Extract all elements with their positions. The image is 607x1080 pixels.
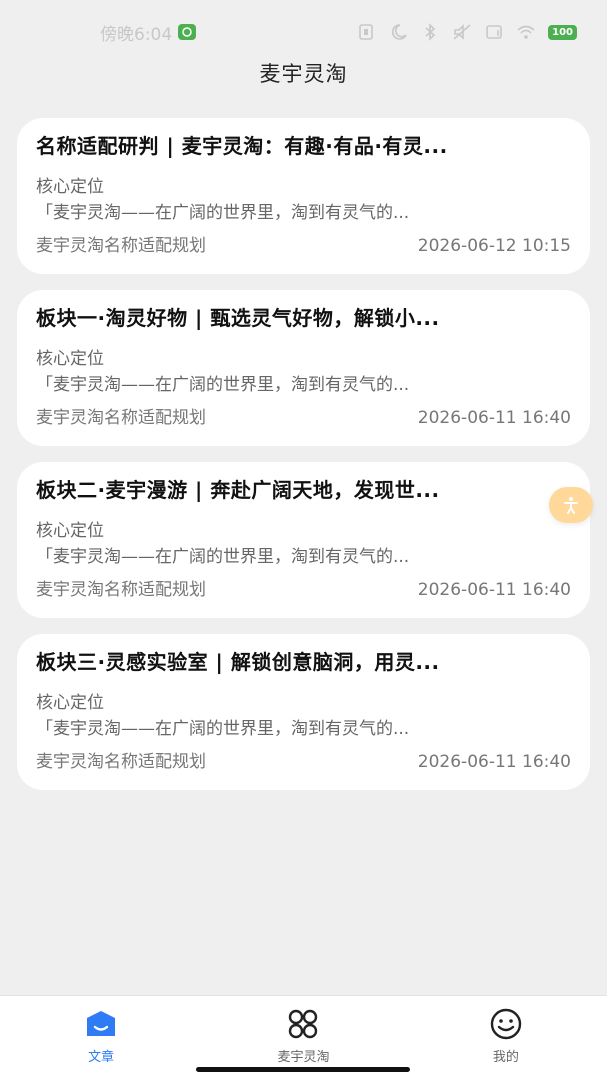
article-category: 麦宇灵淘名称适配规划 [36,236,206,256]
article-title: 板块三·灵感实验室 | 解锁创意脑洞，用灵... [36,650,440,674]
article-card[interactable]: 板块二·麦宇漫游 | 奔赴广阔天地，发现世... 核心定位 「麦宇灵淘——在广阔… [17,462,590,618]
article-category: 麦宇灵淘名称适配规划 [36,408,206,428]
status-left: 傍晚6:04 [100,20,197,45]
smiley-icon [490,1008,522,1040]
article-icon [87,1011,116,1036]
article-excerpt: 「麦宇灵淘——在广阔的世界里，淘到有灵气的... [36,547,410,567]
article-card[interactable]: 板块一·淘灵好物 | 甄选灵气好物，解锁小... 核心定位 「麦宇灵淘——在广阔… [17,290,590,446]
article-date: 2026-06-11 16:40 [417,752,571,772]
accessibility-button[interactable] [549,487,593,523]
article-excerpt: 「麦宇灵淘——在广阔的世界里，淘到有灵气的... [36,375,410,395]
grid-icon [289,1009,318,1039]
article-card[interactable]: 名称适配研判 | 麦宇灵淘：有趣·有品·有灵... 核心定位 「麦宇灵淘——在广… [17,118,590,274]
bluetooth-icon [425,23,436,41]
tab-label: 麦宇灵淘 [277,1050,330,1065]
article-section: 核心定位 [36,693,104,713]
wechat-notification-icon [178,24,197,40]
status-time: 傍晚6:04 [100,24,173,45]
article-title: 板块一·淘灵好物 | 甄选灵气好物，解锁小... [36,306,440,330]
article-footer: 麦宇灵淘名称适配规划 2026-06-12 10:15 [36,235,571,257]
moon-icon [392,24,407,40]
article-excerpt: 「麦宇灵淘——在广阔的世界里，淘到有灵气的... [36,203,410,223]
mute-icon [453,24,471,40]
tab-label: 文章 [88,1050,115,1065]
article-excerpt: 「麦宇灵淘——在广阔的世界里，淘到有灵气的... [36,719,410,739]
article-date: 2026-06-11 16:40 [417,408,571,428]
article-list: 名称适配研判 | 麦宇灵淘：有趣·有品·有灵... 核心定位 「麦宇灵淘——在广… [17,118,590,806]
tab-articles[interactable]: 文章 [0,996,202,1080]
article-footer: 麦宇灵淘名称适配规划 2026-06-11 16:40 [36,407,571,429]
status-bar: 傍晚6:04 100 [0,0,607,64]
article-section: 核心定位 [36,521,104,541]
accessibility-icon [564,497,578,514]
sim-icon [486,25,502,39]
article-category: 麦宇灵淘名称适配规划 [36,580,206,600]
status-right: 100 [356,23,577,41]
article-card[interactable]: 板块三·灵感实验室 | 解锁创意脑洞，用灵... 核心定位 「麦宇灵淘——在广阔… [17,634,590,790]
battery-indicator: 100 [548,24,577,40]
article-title: 板块二·麦宇漫游 | 奔赴广阔天地，发现世... [36,478,440,502]
vibrate-icon [359,24,373,40]
article-category: 麦宇灵淘名称适配规划 [36,752,206,772]
article-date: 2026-06-12 10:15 [417,236,571,256]
tab-label: 我的 [492,1050,519,1065]
article-date: 2026-06-11 16:40 [417,580,571,600]
page-title: 麦宇灵淘 [259,62,348,86]
wifi-icon [517,25,535,39]
article-section: 核心定位 [36,177,104,197]
home-indicator[interactable] [196,1067,410,1072]
article-footer: 麦宇灵淘名称适配规划 2026-06-11 16:40 [36,751,571,773]
article-title: 名称适配研判 | 麦宇灵淘：有趣·有品·有灵... [36,134,448,158]
article-section: 核心定位 [36,349,104,369]
tab-mine[interactable]: 我的 [405,996,607,1080]
article-footer: 麦宇灵淘名称适配规划 2026-06-11 16:40 [36,579,571,601]
